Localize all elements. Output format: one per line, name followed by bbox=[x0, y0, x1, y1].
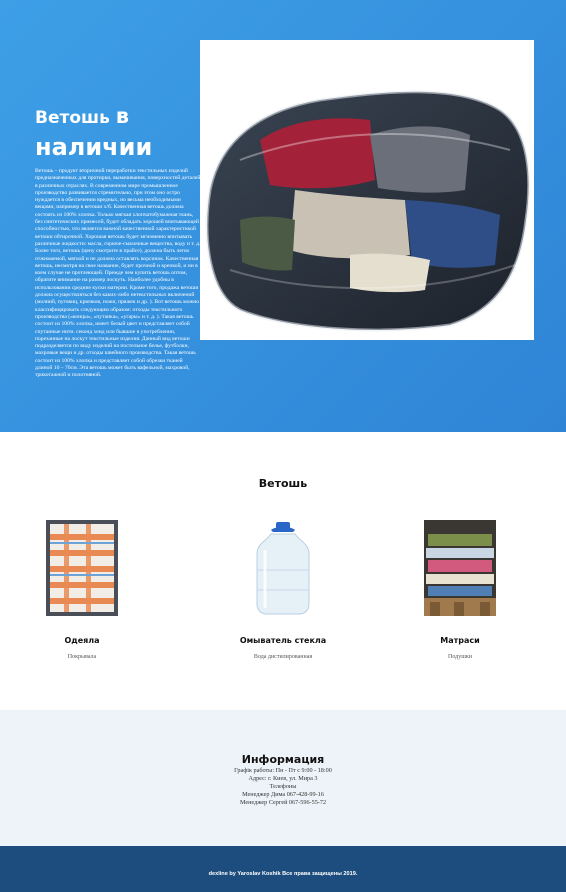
products-section: Ветошь Одеяла Покрывала Омыватель стекла… bbox=[0, 432, 566, 710]
product-card-mattresses[interactable]: Матраси Подушки bbox=[385, 520, 535, 660]
blanket-image bbox=[46, 520, 118, 616]
address: Адрес: г. Киев, ул. Мира 3 bbox=[248, 774, 318, 782]
product-card-blankets[interactable]: Одеяла Покрывала bbox=[7, 520, 157, 660]
mattress-image bbox=[424, 520, 496, 616]
striped-blanket-photo bbox=[46, 520, 118, 616]
hero-description: Ветошь – продукт вторичной переработки т… bbox=[35, 168, 201, 379]
product-name[interactable]: Омыватель стекла bbox=[208, 636, 358, 645]
product-subtitle: Подушки bbox=[448, 654, 472, 660]
product-name[interactable]: Матраси bbox=[385, 636, 535, 645]
hero-title-word-3: наличии bbox=[35, 133, 153, 162]
contact-details: Графік работы: Пн - Пт с 9:00 - 18:00 Ад… bbox=[0, 767, 566, 807]
hero-section: Ветошь в наличии Ветошь – продукт вторич… bbox=[0, 0, 566, 432]
hero-title: Ветошь в наличии bbox=[35, 93, 195, 162]
product-subtitle: Вода дистилированная bbox=[253, 654, 313, 660]
bottle-image bbox=[247, 520, 319, 616]
hero-title-word-1: Ветошь bbox=[35, 108, 110, 128]
product-subtitle: Покрывала bbox=[67, 654, 97, 660]
info-section: Информация Графік работы: Пн - Пт с 9:00… bbox=[0, 710, 566, 846]
info-title: Информация bbox=[241, 753, 325, 766]
copyright-text: dexline by Yaroslav Koshik Все права защ… bbox=[208, 871, 358, 877]
rag-bale-photo bbox=[200, 40, 534, 340]
product-card-washer[interactable]: Омыватель стекла Вода дистилированная bbox=[208, 520, 358, 660]
products-title: Ветошь bbox=[258, 477, 308, 490]
phone-manager-sergey[interactable]: Менеджер Сергей 067-596-55-72 bbox=[0, 799, 566, 807]
hero-title-word-2: в bbox=[115, 104, 130, 128]
mattress-stack-photo bbox=[424, 520, 496, 616]
water-bottle-photo bbox=[247, 520, 319, 616]
phone-manager-dima[interactable]: Менеджер Дима 067-428-99-16 bbox=[0, 791, 566, 799]
page-footer: dexline by Yaroslav Koshik Все права защ… bbox=[0, 846, 566, 892]
working-hours: Графік работы: Пн - Пт с 9:00 - 18:00 bbox=[234, 767, 332, 774]
rag-bale-image bbox=[205, 90, 531, 332]
phones-heading: Телефоны bbox=[269, 782, 297, 790]
product-name[interactable]: Одеяла bbox=[7, 636, 157, 645]
